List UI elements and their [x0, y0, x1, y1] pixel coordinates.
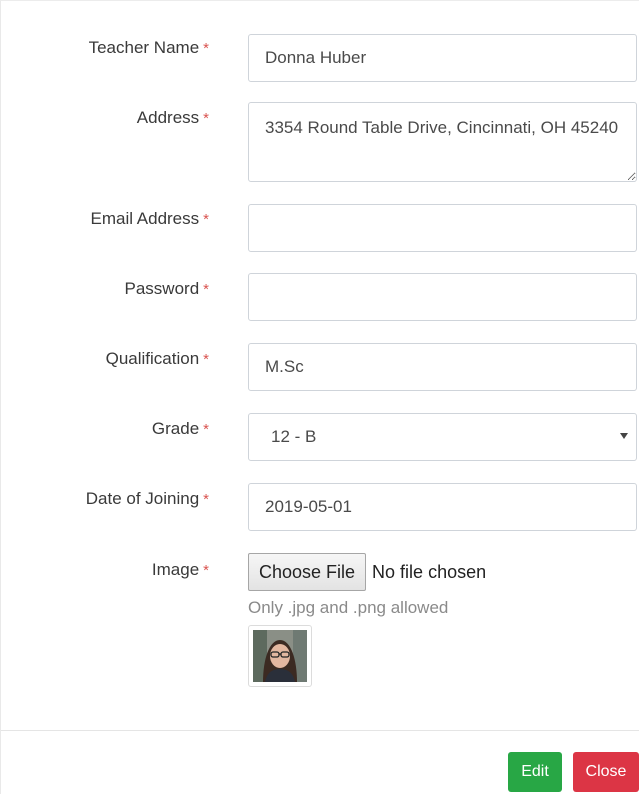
grade-selected-value: 12 - B — [271, 427, 317, 446]
teacher-photo-thumbnail — [248, 625, 312, 687]
address-textarea[interactable]: 3354 Round Table Drive, Cincinnati, OH 4… — [248, 102, 637, 182]
email-label: Email Address * — [90, 209, 209, 228]
teacher-name-input[interactable] — [248, 34, 637, 82]
address-label: Address * — [136, 108, 209, 127]
date-of-joining-input[interactable] — [248, 483, 637, 531]
grade-select[interactable]: 12 - B — [248, 413, 637, 461]
file-status: No file chosen — [372, 561, 487, 582]
password-input[interactable] — [248, 273, 637, 321]
required-mark: * — [203, 211, 209, 228]
image-hint: Only .jpg and .png allowed — [248, 598, 449, 617]
teacher-name-label: Teacher Name * — [88, 38, 209, 57]
close-button[interactable]: Close — [573, 752, 639, 792]
caret-down-icon — [620, 433, 628, 439]
required-mark: * — [203, 562, 209, 579]
image-label: Image * — [151, 560, 209, 579]
footer-divider — [1, 730, 639, 731]
required-mark: * — [203, 40, 209, 57]
image-file-input: Choose File No file chosen — [248, 553, 486, 591]
required-mark: * — [203, 281, 209, 298]
required-mark: * — [203, 110, 209, 127]
edit-button[interactable]: Edit — [508, 752, 562, 792]
required-mark: * — [203, 491, 209, 508]
grade-label: Grade * — [151, 419, 209, 438]
email-input[interactable] — [248, 204, 637, 252]
required-mark: * — [203, 351, 209, 368]
qualification-label: Qualification * — [105, 349, 209, 368]
teacher-photo-image — [253, 630, 307, 682]
password-label: Password * — [124, 279, 209, 298]
choose-file-button[interactable]: Choose File — [248, 553, 367, 591]
date-of-joining-label: Date of Joining * — [85, 489, 209, 508]
teacher-edit-modal: Teacher Name* Address* 3354 Round Table … — [0, 0, 639, 794]
qualification-input[interactable] — [248, 343, 637, 391]
required-mark: * — [203, 421, 209, 438]
